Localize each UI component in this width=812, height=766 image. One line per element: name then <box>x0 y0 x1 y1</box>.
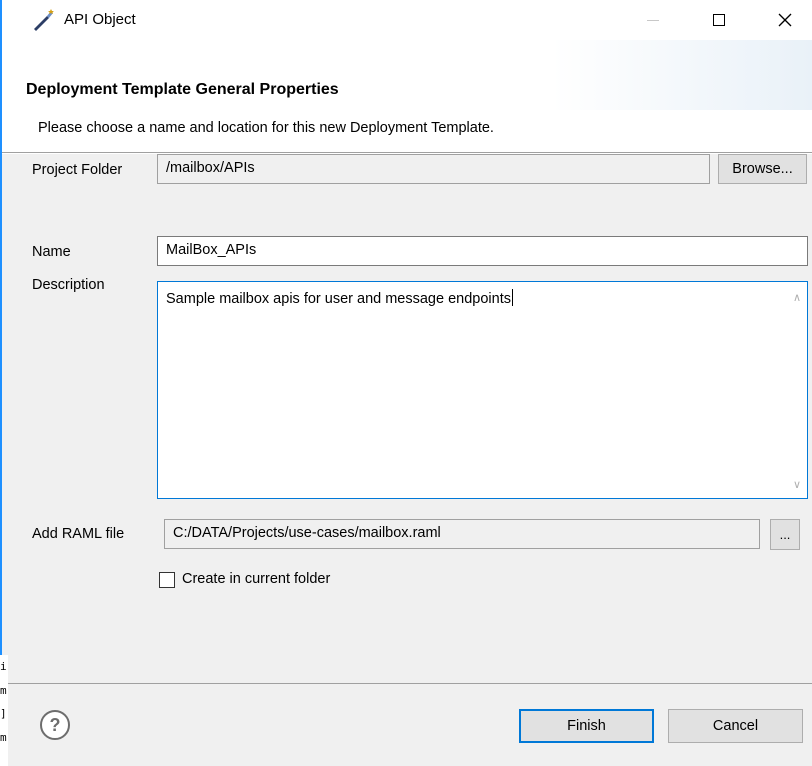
background-glyph: m <box>0 731 7 744</box>
page-description: Please choose a name and location for th… <box>38 120 494 136</box>
text-caret <box>511 289 513 306</box>
background-glyph: ] <box>0 707 7 720</box>
background-glyph: i <box>0 660 7 673</box>
finish-button[interactable]: Finish <box>519 709 654 743</box>
name-field[interactable]: MailBox_APIs <box>157 236 808 266</box>
cancel-button[interactable]: Cancel <box>668 709 803 743</box>
create-in-current-folder-checkbox[interactable] <box>159 572 175 588</box>
raml-file-label: Add RAML file <box>32 526 125 542</box>
window-title: API Object <box>64 11 136 28</box>
page-title: Deployment Template General Properties <box>26 81 339 98</box>
browse-raml-button[interactable]: ... <box>770 519 800 550</box>
scroll-down-icon[interactable]: ∨ <box>793 478 801 491</box>
minimize-icon <box>647 19 659 21</box>
help-icon[interactable]: ? <box>40 710 70 740</box>
title-bar[interactable]: API Object <box>2 0 812 40</box>
close-icon <box>778 13 792 27</box>
banner-gradient <box>552 40 812 110</box>
project-folder-label: Project Folder <box>32 162 123 178</box>
footer-divider <box>2 683 812 684</box>
header-banner: Deployment Template General Properties P… <box>2 40 812 153</box>
maximize-icon <box>713 14 725 26</box>
description-text: Sample mailbox apis for user and message… <box>166 289 513 307</box>
raml-file-field[interactable]: C:/DATA/Projects/use-cases/mailbox.raml <box>164 519 760 549</box>
maximize-button[interactable] <box>692 0 746 40</box>
minimize-button[interactable] <box>626 0 680 40</box>
name-label: Name <box>32 244 71 260</box>
project-folder-field[interactable]: /mailbox/APIs <box>157 154 710 184</box>
dialog-window: API Object Deployment Template General P… <box>0 0 812 766</box>
background-editor-strip: i m ] m <box>0 655 8 766</box>
create-in-current-folder-label[interactable]: Create in current folder <box>182 571 330 587</box>
background-glyph: m <box>0 684 7 697</box>
description-textarea[interactable]: Sample mailbox apis for user and message… <box>157 281 808 499</box>
close-button[interactable] <box>758 0 812 40</box>
description-label: Description <box>32 277 105 293</box>
browse-project-folder-button[interactable]: Browse... <box>718 154 807 184</box>
scroll-up-icon[interactable]: ∧ <box>793 291 801 304</box>
wand-icon <box>32 9 56 31</box>
